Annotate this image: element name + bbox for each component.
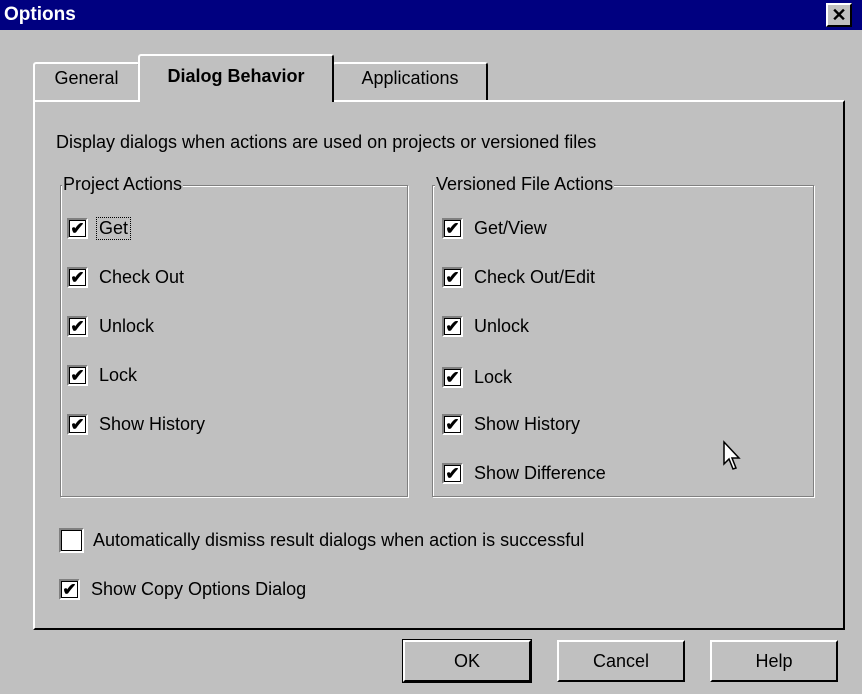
versioned-get-view-checkbox[interactable]: ✔ — [442, 217, 463, 239]
project-lock-row[interactable]: ✔ Lock — [67, 362, 137, 388]
checkbox-label: Check Out/Edit — [474, 266, 596, 287]
cancel-button[interactable]: Cancel — [557, 640, 685, 682]
checkbox-label: Show History — [99, 413, 206, 434]
project-actions-title: Project Actions — [62, 174, 184, 195]
tab-dialog-behavior[interactable]: Dialog Behavior — [138, 54, 334, 102]
checkbox-label: Lock — [474, 366, 513, 387]
checkbox-label: Automatically dismiss result dialogs whe… — [93, 529, 585, 550]
tab-join — [140, 98, 330, 103]
project-lock-checkbox[interactable]: ✔ — [67, 364, 88, 386]
checkbox-label: Show Difference — [474, 462, 606, 483]
panel-description: Display dialogs when actions are used on… — [56, 132, 597, 152]
versioned-check-out-edit-checkbox[interactable]: ✔ — [442, 266, 463, 288]
versioned-lock-row[interactable]: ✔ Lock — [442, 364, 512, 390]
versioned-lock-checkbox[interactable]: ✔ — [442, 366, 463, 388]
versioned-check-out-edit-row[interactable]: ✔ Check Out/Edit — [442, 264, 595, 290]
checkbox-label: Get/View — [474, 217, 547, 238]
project-check-out-row[interactable]: ✔ Check Out — [67, 264, 184, 290]
versioned-show-difference-row[interactable]: ✔ Show Difference — [442, 460, 606, 486]
versioned-unlock-checkbox[interactable]: ✔ — [442, 315, 463, 337]
auto-dismiss-row[interactable]: Automatically dismiss result dialogs whe… — [59, 527, 584, 553]
checkbox-label: Unlock — [99, 315, 155, 336]
project-get-row[interactable]: ✔ Get — [67, 215, 132, 241]
mouse-pointer-icon — [723, 440, 741, 470]
tab-label: General — [54, 68, 119, 88]
project-show-history-checkbox[interactable]: ✔ — [67, 413, 88, 435]
versioned-show-history-checkbox[interactable]: ✔ — [442, 413, 463, 435]
versioned-get-view-row[interactable]: ✔ Get/View — [442, 215, 547, 241]
checkbox-label: Unlock — [474, 315, 530, 336]
checkbox-label: Get — [95, 216, 132, 240]
checkbox-label: Show History — [474, 413, 581, 434]
close-icon[interactable]: ✕ — [826, 3, 852, 27]
versioned-show-difference-checkbox[interactable]: ✔ — [442, 462, 463, 484]
versioned-file-actions-title: Versioned File Actions — [435, 174, 615, 195]
checkbox-label: Check Out — [99, 266, 185, 287]
tab-applications[interactable]: Applications — [332, 62, 488, 100]
checkbox-label: Show Copy Options Dialog — [91, 578, 307, 599]
project-check-out-checkbox[interactable]: ✔ — [67, 266, 88, 288]
auto-dismiss-checkbox[interactable] — [59, 527, 84, 553]
show-copy-options-row[interactable]: ✔ Show Copy Options Dialog — [59, 576, 306, 602]
project-get-checkbox[interactable]: ✔ — [67, 217, 88, 239]
show-copy-options-checkbox[interactable]: ✔ — [59, 578, 80, 600]
tab-general[interactable]: General — [33, 62, 140, 100]
tab-label: Dialog Behavior — [167, 66, 305, 86]
checkbox-label: Lock — [99, 364, 138, 385]
help-button[interactable]: Help — [710, 640, 838, 682]
ok-button[interactable]: OK — [402, 639, 532, 683]
project-show-history-row[interactable]: ✔ Show History — [67, 411, 205, 437]
versioned-unlock-row[interactable]: ✔ Unlock — [442, 313, 529, 339]
project-unlock-row[interactable]: ✔ Unlock — [67, 313, 154, 339]
window-title: Options — [4, 4, 76, 25]
title-bar: Options ✕ — [0, 0, 862, 30]
versioned-show-history-row[interactable]: ✔ Show History — [442, 411, 580, 437]
project-unlock-checkbox[interactable]: ✔ — [67, 315, 88, 337]
tab-label: Applications — [361, 68, 459, 88]
